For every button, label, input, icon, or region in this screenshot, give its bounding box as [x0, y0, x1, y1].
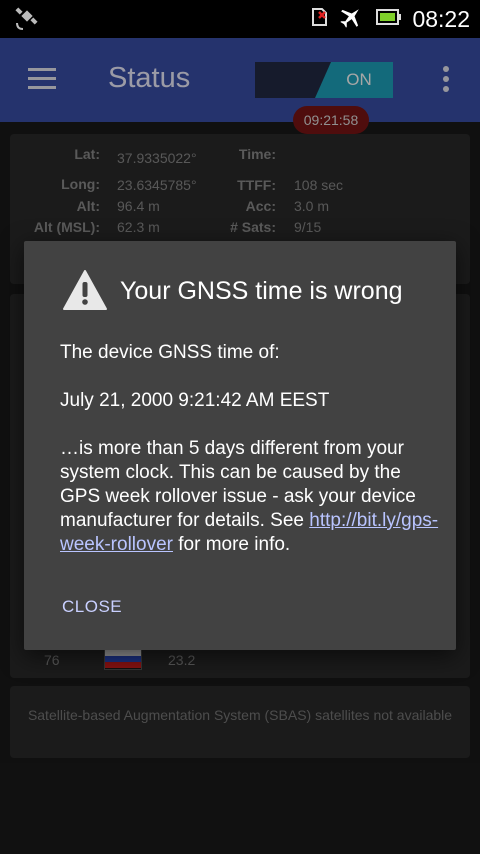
dialog-body: The device GNSS time of: July 21, 2000 9… — [60, 341, 440, 581]
clock: 08:22 — [412, 5, 470, 32]
dialog-datetime: July 21, 2000 9:21:42 AM EEST — [60, 390, 330, 411]
close-button[interactable]: CLOSE — [52, 591, 132, 623]
dialog-explanation: …is more than 5 days different from your… — [60, 437, 440, 557]
gnss-time-dialog: Your GNSS time is wrong The device GNSS … — [24, 241, 456, 650]
dialog-line-1: The device GNSS time of: — [60, 342, 280, 363]
warning-icon — [62, 269, 108, 311]
dialog-title: Your GNSS time is wrong — [120, 277, 403, 305]
sim-error-icon — [310, 6, 328, 32]
gps-satellite-icon — [14, 7, 40, 35]
status-bar: 08:22 — [0, 0, 480, 38]
dialog-body-suffix: for more info. — [172, 534, 291, 555]
battery-icon — [374, 7, 402, 31]
airplane-mode-icon — [338, 4, 364, 34]
